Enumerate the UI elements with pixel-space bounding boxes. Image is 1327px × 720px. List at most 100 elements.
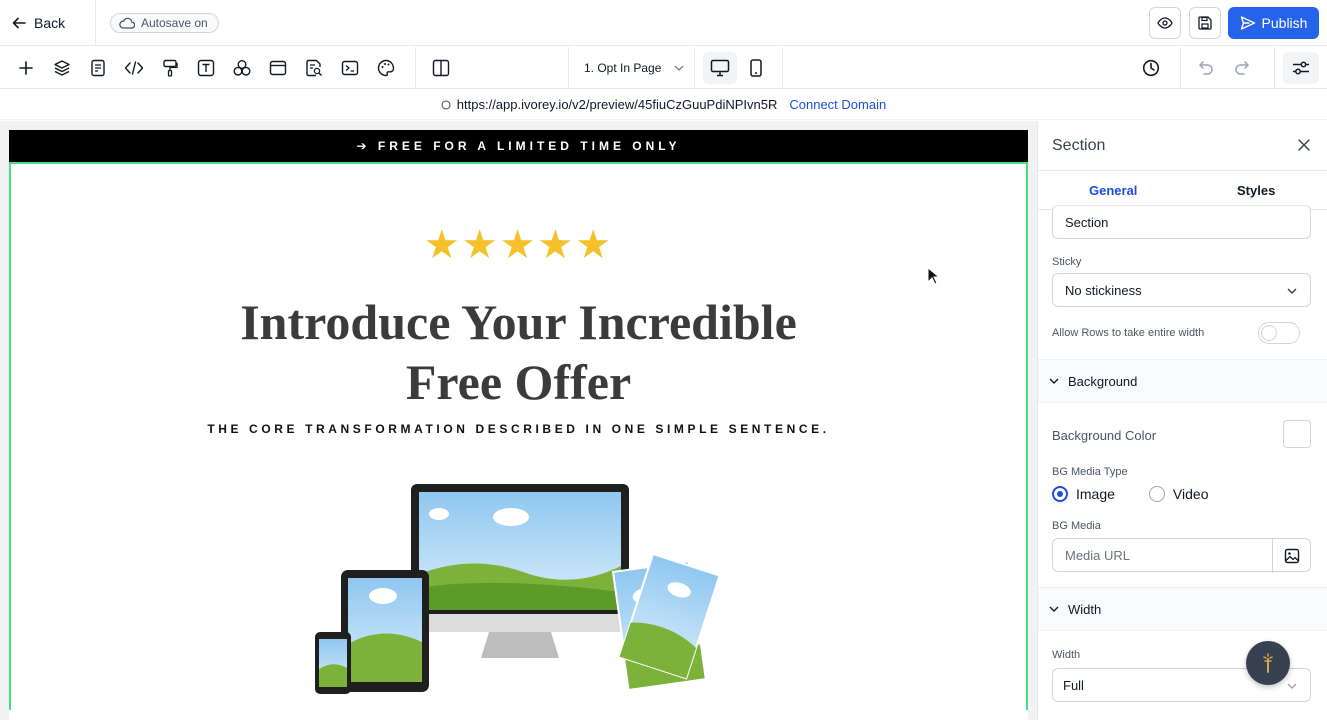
save-button[interactable] xyxy=(1189,7,1221,39)
scripts-button[interactable] xyxy=(338,56,362,80)
radio-video[interactable] xyxy=(1148,486,1165,502)
split-view-button[interactable] xyxy=(429,56,453,80)
split-view-icon xyxy=(432,59,450,77)
toggle-knob xyxy=(1261,325,1277,341)
publish-button[interactable]: Publish xyxy=(1228,7,1319,39)
media-url-placeholder: Media URL xyxy=(1065,547,1131,563)
redo-icon xyxy=(1235,61,1249,75)
history-icon xyxy=(1142,59,1160,77)
globe-icon xyxy=(441,99,451,110)
page-preview: ➔ FREE FOR A LIMITED TIME ONLY ★★★★★ Int… xyxy=(9,130,1028,720)
autosave-badge[interactable]: Autosave on xyxy=(110,13,219,33)
panel-title: Section xyxy=(1052,137,1106,154)
page-selector[interactable]: 1. Opt In Page xyxy=(584,59,684,77)
section-name-input[interactable]: Section xyxy=(1052,205,1311,239)
width-value: Full xyxy=(1063,677,1084,693)
text-button[interactable] xyxy=(194,56,218,80)
device-mockup-image[interactable] xyxy=(303,484,743,714)
close-icon[interactable] xyxy=(1296,137,1312,153)
choose-media-button[interactable] xyxy=(1272,539,1310,573)
divider xyxy=(568,47,569,89)
add-element-button[interactable] xyxy=(14,56,38,80)
autosave-label: Autosave on xyxy=(141,16,208,30)
divider xyxy=(1274,47,1275,89)
desktop-view-button[interactable] xyxy=(703,52,737,84)
divider xyxy=(694,47,695,89)
mouse-cursor-icon xyxy=(927,267,939,285)
save-icon xyxy=(1198,16,1212,30)
tab-general[interactable]: General xyxy=(1089,183,1137,198)
seo-button[interactable] xyxy=(302,56,326,80)
radio-video-label: Video xyxy=(1172,486,1209,502)
theme-button[interactable] xyxy=(374,56,398,80)
code-icon xyxy=(124,61,144,75)
width-group-header[interactable]: Width xyxy=(1038,587,1327,631)
shapes-button[interactable] xyxy=(230,56,254,80)
back-label: Back xyxy=(34,15,66,31)
sticky-select[interactable]: No stickiness xyxy=(1052,273,1311,307)
background-group-title: Background xyxy=(1068,373,1138,389)
radio-image[interactable] xyxy=(1052,486,1068,502)
layers-icon xyxy=(54,60,70,76)
send-icon xyxy=(1240,16,1255,30)
section-name-value: Section xyxy=(1065,214,1109,230)
mobile-view-button[interactable] xyxy=(739,52,773,84)
shapes-icon xyxy=(233,60,251,76)
subheadline[interactable]: THE CORE TRANSFORMATION DESCRIBED IN ONE… xyxy=(11,422,1026,436)
text-icon xyxy=(197,59,215,77)
editor-canvas: ➔ FREE FOR A LIMITED TIME ONLY ★★★★★ Int… xyxy=(0,121,1037,720)
style-button[interactable] xyxy=(158,56,182,80)
divider xyxy=(782,47,783,89)
code-button[interactable] xyxy=(122,56,146,80)
promo-banner[interactable]: ➔ FREE FOR A LIMITED TIME ONLY xyxy=(9,130,1028,162)
allow-rows-toggle[interactable] xyxy=(1258,322,1300,344)
chevron-down-icon xyxy=(674,65,684,71)
media-url-input[interactable]: Media URL xyxy=(1052,538,1311,573)
page-icon xyxy=(91,59,105,77)
undo-button[interactable] xyxy=(1194,56,1218,80)
preview-url[interactable]: https://app.ivorey.io/v2/preview/45fiuCz… xyxy=(457,97,778,112)
publish-label: Publish xyxy=(1261,15,1308,31)
sticky-label: Sticky xyxy=(1052,256,1082,268)
chevron-down-icon xyxy=(1049,378,1059,384)
background-color-label: Background Color xyxy=(1052,428,1157,443)
palette-icon xyxy=(377,59,395,77)
history-button[interactable] xyxy=(1139,56,1163,80)
settings-sliders-icon xyxy=(1293,61,1309,75)
preview-button[interactable] xyxy=(1149,7,1181,39)
eye-icon xyxy=(1157,17,1173,29)
background-group-header[interactable]: Background xyxy=(1038,359,1327,403)
layout-icon xyxy=(269,60,287,76)
rating-stars[interactable]: ★★★★★ xyxy=(11,222,1026,268)
bg-media-type-options: Image Video xyxy=(1052,486,1208,502)
divider xyxy=(1180,47,1181,89)
layout-button[interactable] xyxy=(266,56,290,80)
radio-image-label: Image xyxy=(1076,486,1115,502)
help-fab-button[interactable] xyxy=(1246,641,1290,685)
undo-icon xyxy=(1199,61,1213,75)
desktop-icon xyxy=(710,59,730,77)
redo-button[interactable] xyxy=(1230,56,1254,80)
wand-icon xyxy=(1263,653,1273,673)
cloud-icon xyxy=(119,17,135,29)
mobile-icon xyxy=(750,59,762,77)
settings-panel-button[interactable] xyxy=(1283,52,1319,84)
editor-toolbar: 1. Opt In Page xyxy=(0,47,1327,89)
tab-styles[interactable]: Styles xyxy=(1237,183,1275,198)
headline[interactable]: Introduce Your Incredible Free Offer xyxy=(191,292,846,412)
chevron-down-icon xyxy=(1049,606,1059,612)
sticky-value: No stickiness xyxy=(1065,282,1142,298)
bg-media-type-label: BG Media Type xyxy=(1052,466,1128,478)
layers-button[interactable] xyxy=(50,56,74,80)
search-doc-icon xyxy=(306,59,322,77)
divider xyxy=(415,47,416,89)
arrow-left-icon xyxy=(12,17,26,29)
width-label: Width xyxy=(1052,649,1081,661)
background-color-swatch[interactable] xyxy=(1283,420,1311,448)
back-button[interactable]: Back xyxy=(12,12,65,34)
connect-domain-link[interactable]: Connect Domain xyxy=(789,97,886,112)
pages-button[interactable] xyxy=(86,56,110,80)
allow-rows-label: Allow Rows to take entire width xyxy=(1052,327,1205,339)
selected-section[interactable]: ★★★★★ Introduce Your Incredible Free Off… xyxy=(9,162,1028,710)
bg-media-label: BG Media xyxy=(1052,520,1101,532)
